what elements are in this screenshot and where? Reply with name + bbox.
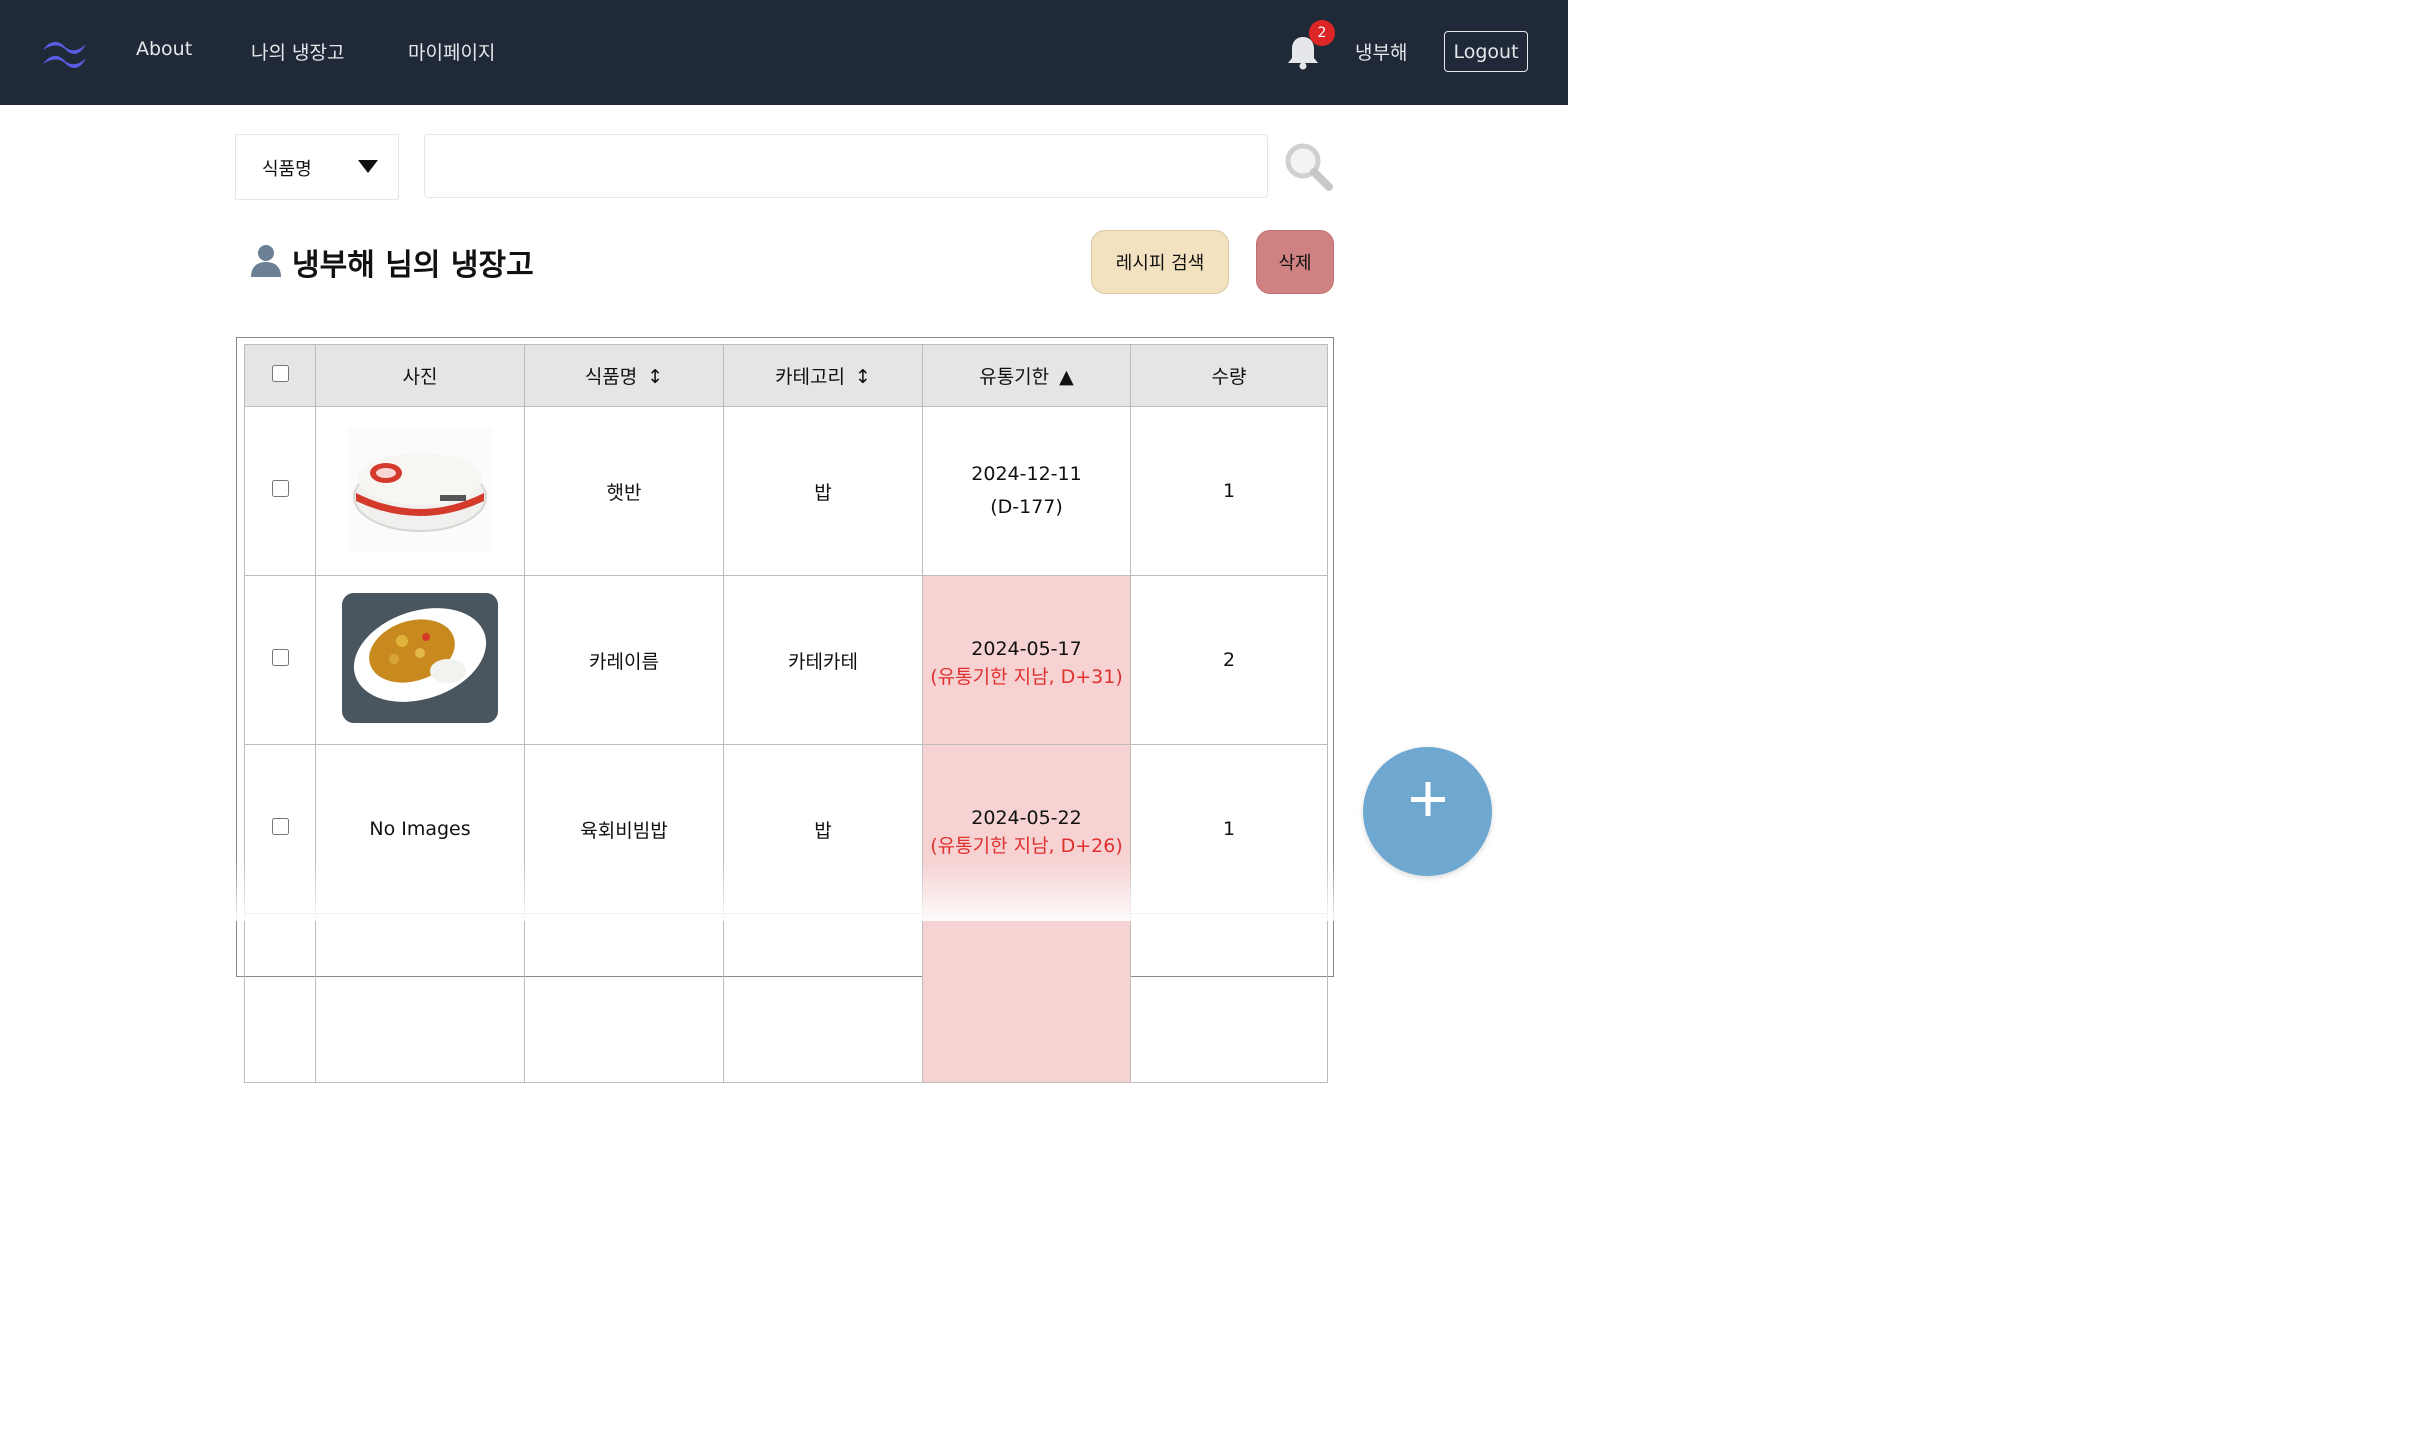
header-category[interactable]: 카테고리 ↕ bbox=[723, 344, 923, 407]
quantity-cell: 1 bbox=[1130, 744, 1328, 914]
search-filter-value: 식품명 bbox=[262, 159, 312, 180]
food-name-cell: 육회비빔밥 bbox=[524, 744, 724, 914]
expiry-date: 2024-12-11 bbox=[971, 463, 1082, 485]
search-input[interactable] bbox=[424, 134, 1268, 198]
delete-button[interactable]: 삭제 bbox=[1256, 230, 1334, 294]
expiry-overdue-note: (유통기한 지남, D+31) bbox=[923, 666, 1130, 688]
chevron-down-icon bbox=[358, 160, 378, 173]
recipe-search-button[interactable]: 레시피 검색 bbox=[1091, 230, 1229, 294]
sort-icon[interactable]: ↕ bbox=[855, 366, 871, 388]
header-category-label: 카테고리 bbox=[775, 366, 845, 388]
expiry-cell-expired: 2024-05-22 (유통기한 지남, D+26) bbox=[922, 744, 1131, 914]
food-name-cell bbox=[524, 913, 724, 1083]
table-row: 햇반 밥 2024-12-11 (D-177) 1 bbox=[244, 406, 1328, 576]
curry-plate-image bbox=[342, 592, 498, 723]
table-row: No Images 육회비빔밥 밥 2024-05-22 (유통기한 지남, D… bbox=[244, 744, 1328, 914]
header-name[interactable]: 식품명 ↕ bbox=[524, 344, 724, 407]
logout-button[interactable]: Logout bbox=[1444, 31, 1528, 72]
photo-cell bbox=[315, 406, 525, 576]
select-all-cell bbox=[244, 344, 316, 407]
table-header-row: 사진 식품명 ↕ 카테고리 ↕ 유통기한 ▲ 수량 bbox=[244, 344, 1328, 407]
header-expiry-label: 유통기한 bbox=[979, 366, 1050, 388]
expiry-date: 2024-05-17 bbox=[971, 637, 1082, 660]
row-checkbox[interactable] bbox=[271, 480, 289, 497]
expiry-overdue-note: (유통기한 지남, D+26) bbox=[923, 835, 1130, 857]
plus-icon bbox=[1411, 782, 1445, 816]
quantity-cell: 1 bbox=[1130, 406, 1328, 576]
top-navbar: About 나의 냉장고 마이페이지 2 냉부해 Logout bbox=[0, 0, 1568, 105]
nav-link-about[interactable]: About bbox=[136, 38, 192, 60]
row-checkbox[interactable] bbox=[271, 818, 289, 835]
select-all-checkbox[interactable] bbox=[271, 364, 289, 382]
row-select-cell bbox=[244, 744, 316, 914]
header-expiry[interactable]: 유통기한 ▲ bbox=[922, 344, 1131, 407]
category-cell: 밥 bbox=[723, 744, 923, 914]
rice-bowl-image bbox=[348, 426, 492, 551]
fridge-table: 사진 식품명 ↕ 카테고리 ↕ 유통기한 ▲ 수량 햇반 밥 2024-12-1… bbox=[244, 344, 1328, 1083]
expiry-overdue-text: (유통기한 지남, D+26) bbox=[930, 834, 1123, 857]
row-checkbox[interactable] bbox=[271, 649, 289, 666]
username-label: 냉부해 bbox=[1355, 42, 1408, 64]
add-food-button[interactable] bbox=[1363, 747, 1492, 876]
photo-cell bbox=[315, 575, 525, 745]
header-quantity: 수량 bbox=[1130, 344, 1328, 407]
logo-icon[interactable] bbox=[40, 36, 90, 68]
sort-ascending-icon[interactable]: ▲ bbox=[1059, 366, 1074, 388]
category-cell: 카테카테 bbox=[723, 575, 923, 745]
expiry-cell: 2024-12-11 (D-177) bbox=[922, 406, 1131, 576]
row-select-cell bbox=[244, 575, 316, 745]
row-select-cell bbox=[244, 406, 316, 576]
notification-badge: 2 bbox=[1309, 20, 1335, 46]
expiry-date: 2024-05-22 bbox=[971, 806, 1082, 829]
food-name-cell: 햇반 bbox=[524, 406, 724, 576]
photo-cell bbox=[315, 913, 525, 1083]
quantity-cell: 2 bbox=[1130, 575, 1328, 745]
expiry-dday: (D-177) bbox=[990, 496, 1063, 518]
row-select-cell bbox=[244, 913, 316, 1083]
header-name-label: 식품명 bbox=[584, 366, 638, 388]
category-cell bbox=[723, 913, 923, 1083]
food-name-cell: 카레이름 bbox=[524, 575, 724, 745]
search-filter-select[interactable]: 식품명 bbox=[235, 134, 399, 200]
expiry-cell-expired bbox=[922, 913, 1131, 1083]
photo-cell: No Images bbox=[315, 744, 525, 914]
expiry-overdue-text: (유통기한 지남, D+31) bbox=[930, 665, 1123, 688]
nav-link-mypage[interactable]: 마이페이지 bbox=[408, 38, 495, 65]
page-title: 냉부해 님의 냉장고 bbox=[292, 248, 534, 283]
sort-icon[interactable]: ↕ bbox=[647, 366, 663, 388]
quantity-cell bbox=[1130, 913, 1328, 1083]
category-cell: 밥 bbox=[723, 406, 923, 576]
user-icon bbox=[251, 245, 281, 277]
table-row: 카레이름 카테카테 2024-05-17 (유통기한 지남, D+31) 2 bbox=[244, 575, 1328, 745]
table-row bbox=[244, 913, 1328, 1083]
expiry-cell-expired: 2024-05-17 (유통기한 지남, D+31) bbox=[922, 575, 1131, 745]
search-icon[interactable] bbox=[1283, 141, 1335, 193]
header-photo: 사진 bbox=[315, 344, 525, 407]
nav-link-my-fridge[interactable]: 나의 냉장고 bbox=[251, 38, 344, 65]
